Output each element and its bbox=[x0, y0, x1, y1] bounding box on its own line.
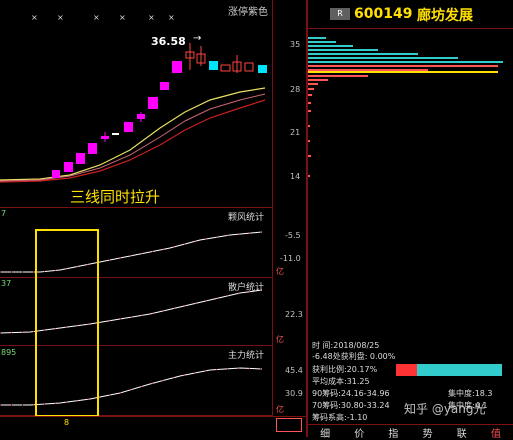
tab-index[interactable]: 指 bbox=[376, 425, 410, 440]
candle bbox=[244, 62, 254, 72]
info-chip-rate: 筹码系高:-1.10 bbox=[312, 413, 368, 422]
stock-name: 廊坊发展 bbox=[417, 8, 473, 24]
annotation-text: 三线同时拉升 bbox=[70, 188, 161, 206]
info-chip90: 90筹码:24.16-34.96 bbox=[312, 389, 390, 398]
candle bbox=[101, 136, 109, 139]
candle bbox=[160, 82, 169, 90]
indicator-1-unit: 亿 bbox=[276, 267, 284, 276]
indicator-2-unit: 亿 bbox=[276, 335, 284, 344]
indicator-3-unit: 亿 bbox=[276, 405, 284, 414]
highlight-box bbox=[35, 229, 99, 417]
candle bbox=[88, 143, 97, 154]
scroll-handle[interactable] bbox=[276, 418, 302, 432]
candle bbox=[148, 97, 158, 109]
tab-linked[interactable]: 联 bbox=[445, 425, 479, 440]
stock-code: 600149 bbox=[354, 6, 413, 22]
tab-detail[interactable]: 细 bbox=[308, 425, 342, 440]
candle bbox=[172, 61, 182, 73]
chip-distribution bbox=[308, 37, 503, 177]
right-tab-bar: 细 价 指 势 联 值 bbox=[308, 424, 513, 440]
candle bbox=[64, 162, 73, 172]
ratio-bar-fill bbox=[396, 364, 418, 376]
info-profit-line: -6.48处获利盘: 0.00% bbox=[312, 352, 396, 361]
ma-pink-line bbox=[0, 93, 266, 182]
x-axis-bar bbox=[0, 416, 306, 437]
ma-yellow-line bbox=[0, 87, 266, 181]
price-tick: 35 bbox=[290, 40, 301, 49]
candle bbox=[258, 65, 267, 73]
peak-arrow-icon: → bbox=[193, 33, 202, 44]
tab-price[interactable]: 价 bbox=[342, 425, 376, 440]
code-badge[interactable]: R bbox=[330, 8, 350, 20]
watermark: 知乎 @yang光 bbox=[404, 402, 486, 416]
tab-value[interactable]: 值 bbox=[479, 425, 513, 440]
candle bbox=[209, 61, 218, 70]
info-ratio: 获利比例:20.17% bbox=[312, 365, 378, 374]
ratio-bar bbox=[396, 364, 502, 376]
ma-red-line bbox=[0, 99, 266, 183]
candle bbox=[112, 133, 119, 135]
indicator-2-tick: 22.3 bbox=[285, 310, 303, 319]
price-chart bbox=[0, 43, 267, 183]
info-chip70: 70筹码:30.80-33.24 bbox=[312, 401, 390, 410]
peak-price-label: 36.58 bbox=[151, 35, 186, 48]
info-date: 时 间:2018/08/25 bbox=[312, 341, 380, 350]
price-tick: 14 bbox=[290, 172, 301, 181]
candle bbox=[76, 153, 85, 164]
candle bbox=[124, 122, 133, 132]
indicator-1-tick: -11.0 bbox=[280, 254, 301, 263]
candle bbox=[52, 170, 60, 178]
candle bbox=[137, 114, 145, 119]
x-axis-label: 8 bbox=[64, 418, 70, 427]
tab-trend[interactable]: 势 bbox=[411, 425, 445, 440]
info-concentration90: 集中度:18.3 bbox=[448, 389, 493, 398]
indicator-3-tick: 30.9 bbox=[285, 389, 303, 398]
price-tick: 21 bbox=[290, 128, 301, 137]
indicator-3-tick: 45.4 bbox=[285, 366, 303, 375]
price-tick: 28 bbox=[290, 85, 301, 94]
indicator-1-tick: -5.5 bbox=[285, 231, 301, 240]
candle bbox=[220, 64, 231, 72]
info-avg-cost: 平均成本:31.25 bbox=[312, 377, 370, 386]
